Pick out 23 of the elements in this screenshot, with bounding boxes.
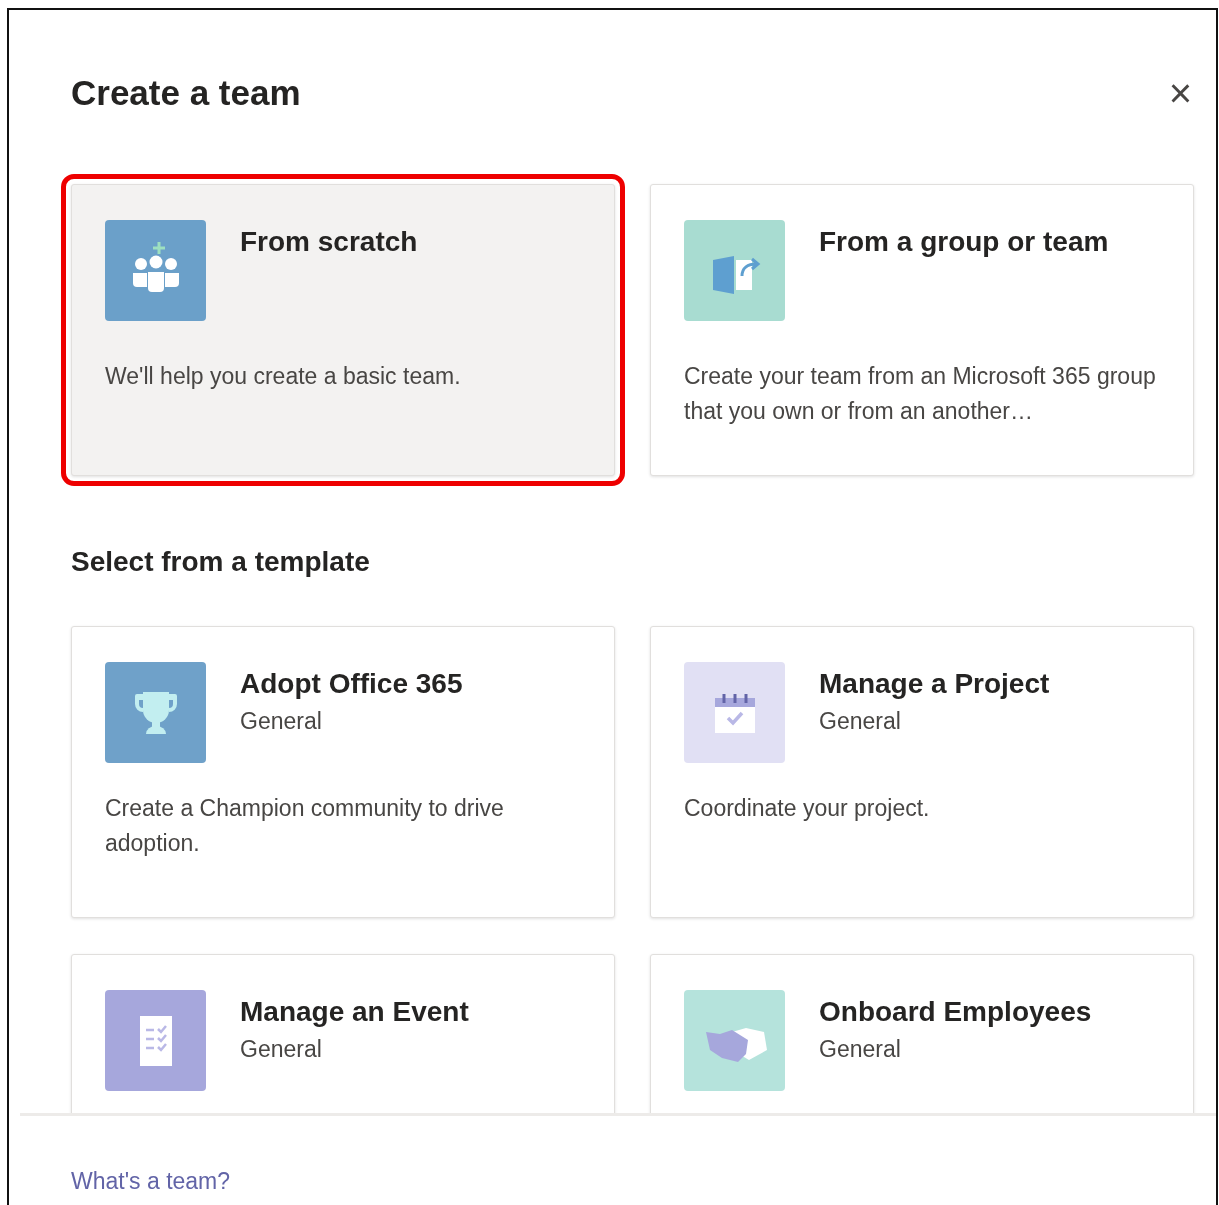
card-subtitle: General — [240, 708, 323, 735]
card-subtitle: General — [819, 708, 902, 735]
card-description: Coordinate your project. — [684, 794, 931, 823]
template-card[interactable]: Onboard Employees General — [650, 954, 1194, 1113]
card-title: Onboard Employees — [819, 996, 1092, 1028]
card-title: From a group or team — [819, 226, 1109, 258]
card-title: Adopt Office 365 — [240, 668, 463, 700]
dialog-title: Create a team — [71, 73, 301, 113]
section-heading: Select from a template — [71, 546, 371, 578]
card-title: From scratch — [240, 226, 418, 258]
template-card[interactable]: Manage an Event General — [71, 954, 615, 1113]
card-description: We'll help you create a basic team. — [105, 362, 462, 391]
template-card[interactable]: Adopt Office 365 General Create a Champion community to drive adoption. — [71, 626, 615, 918]
card-title: Manage a Project — [819, 668, 1050, 700]
card-description: Create your team from an Microsoft 365 group that you own or from an another… — [684, 362, 1157, 426]
card-description: Create a Champion community to drive adoption. — [105, 794, 505, 858]
close-button[interactable]: × — [1168, 73, 1192, 113]
card-title: Manage an Event — [240, 996, 469, 1028]
help-link[interactable]: What's a team? — [71, 1168, 231, 1194]
template-card[interactable]: Manage a Project General Coordinate your project. — [650, 626, 1194, 918]
card-subtitle: General — [819, 1036, 902, 1063]
option-card[interactable]: From a group or team Create your team from an Microsoft 365 group that you own or from an another… — [650, 184, 1194, 476]
card-subtitle: General — [240, 1036, 323, 1063]
